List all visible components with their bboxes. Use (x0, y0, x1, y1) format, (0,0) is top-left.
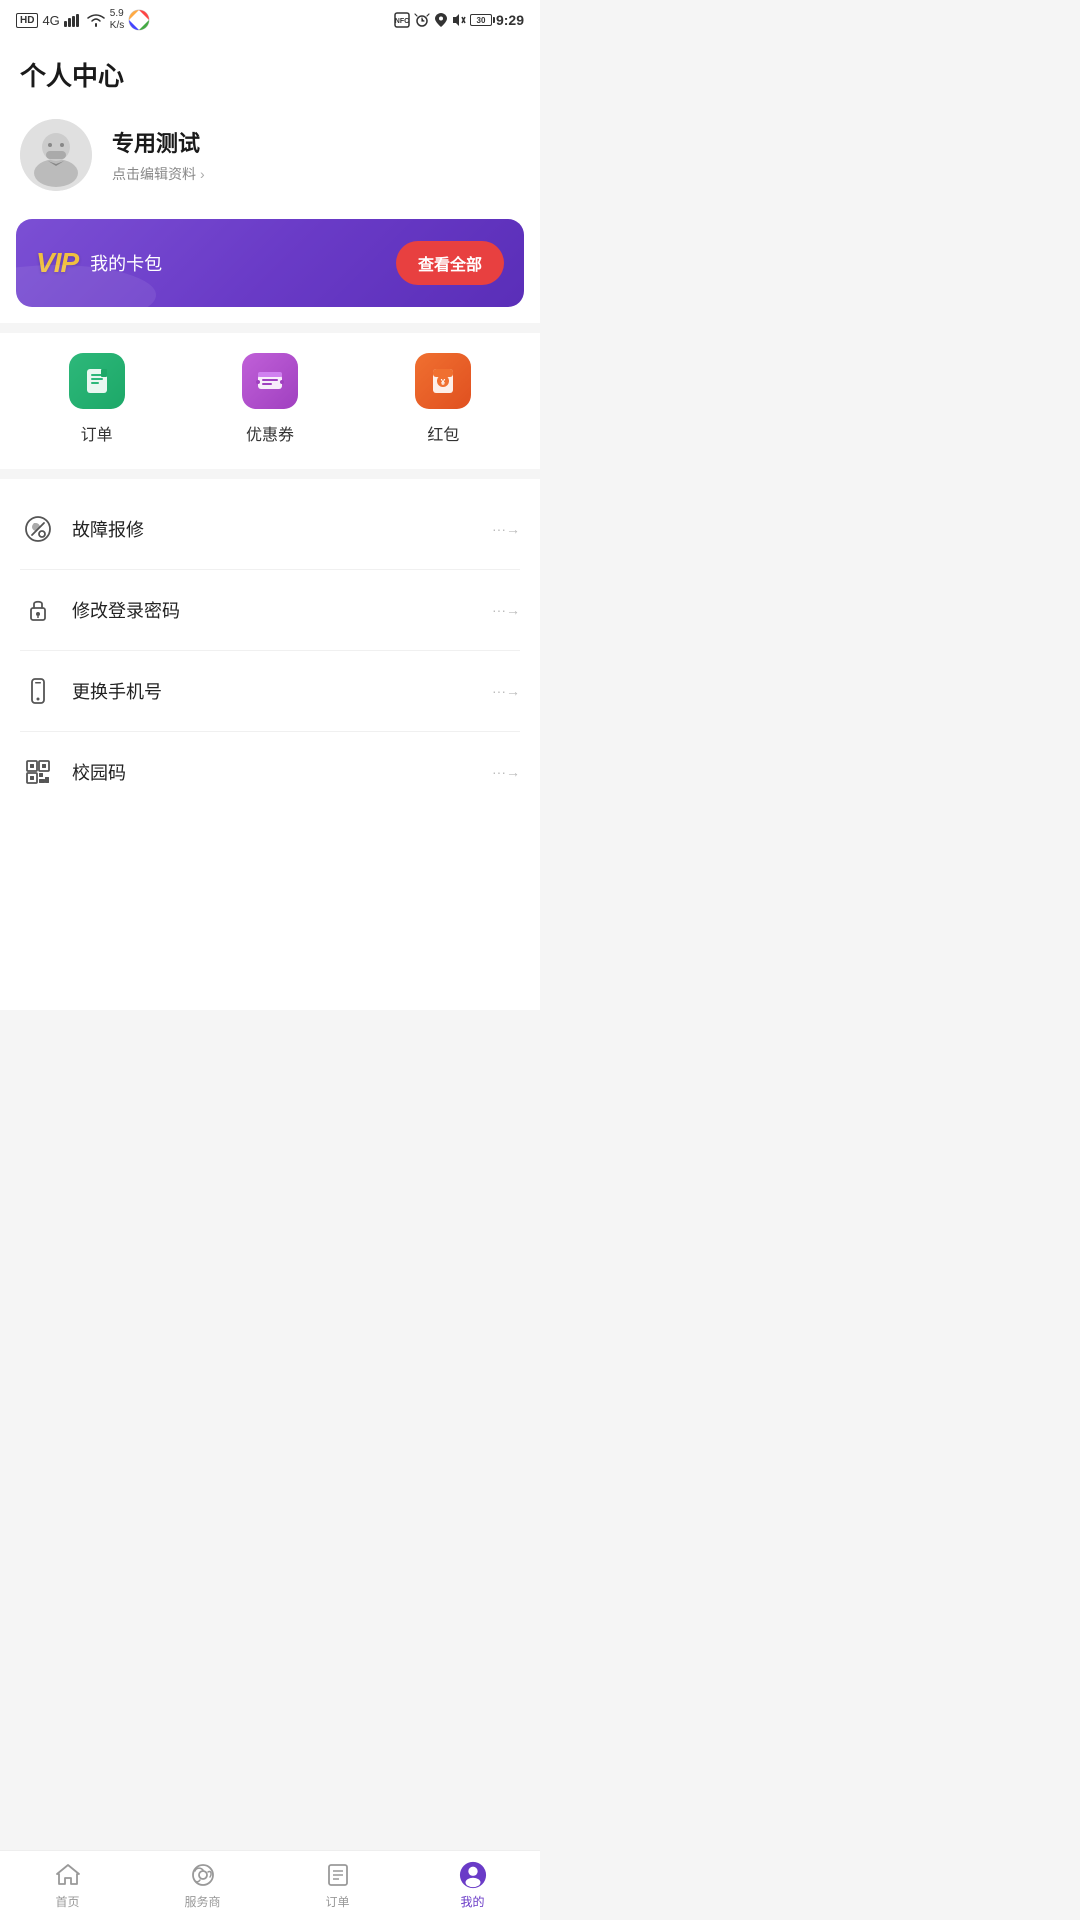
profile-name: 专用测试 (112, 126, 205, 158)
svg-text:NFC: NFC (395, 18, 409, 25)
order-icon-bg (69, 353, 125, 409)
status-hd: HD (16, 13, 38, 28)
quick-action-order[interactable]: 订单 (10, 353, 183, 445)
service-nav-icon (189, 1861, 217, 1889)
quick-action-redpacket[interactable]: ¥ 红包 (357, 353, 530, 445)
bottom-nav: 首页 服务商 订单 (0, 1850, 540, 1920)
home-nav-label: 首页 (55, 1893, 79, 1910)
redpacket-label: 红包 (427, 421, 459, 445)
repair-text: 故障报修 (72, 516, 492, 542)
coupon-icon (254, 365, 286, 397)
coupon-label: 优惠券 (246, 421, 294, 445)
nav-item-mine[interactable]: 我的 (405, 1853, 540, 1918)
menu-item-password[interactable]: 修改登录密码 ···→ (20, 570, 520, 651)
orders-nav-icon (324, 1861, 352, 1889)
divider-2 (0, 469, 540, 479)
menu-item-campus[interactable]: 校园码 ···→ (20, 732, 520, 812)
campus-text: 校园码 (72, 759, 492, 785)
profile-edit-link[interactable]: 点击编辑资料 › (112, 164, 205, 184)
mute-icon (452, 12, 466, 28)
phone-text: 更换手机号 (72, 678, 492, 704)
vip-banner[interactable]: VIP 我的卡包 查看全部 (16, 219, 524, 307)
vip-logo: VIP (36, 247, 78, 279)
password-text: 修改登录密码 (72, 597, 492, 623)
divider-1 (0, 323, 540, 333)
nfc-icon: NFC (394, 12, 410, 28)
repair-arrow: ···→ (492, 521, 520, 537)
redpacket-icon-bg: ¥ (415, 353, 471, 409)
profile-info: 专用测试 点击编辑资料 › (112, 126, 205, 184)
nav-item-orders[interactable]: 订单 (270, 1853, 405, 1918)
profile-section[interactable]: 专用测试 点击编辑资料 › (0, 103, 540, 215)
redpacket-icon: ¥ (427, 365, 459, 397)
service-nav-label: 服务商 (184, 1893, 220, 1910)
status-left: HD 4G 5.9K/s (16, 8, 150, 32)
quick-actions: 订单 优惠券 ¥ (0, 333, 540, 469)
mine-nav-label: 我的 (460, 1893, 484, 1910)
colorful-icon (128, 9, 150, 31)
menu-item-repair[interactable]: 故障报修 ···→ (20, 489, 520, 570)
order-label: 订单 (81, 421, 113, 445)
status-right: NFC 30 9:29 (394, 12, 524, 28)
order-icon (81, 365, 113, 397)
chevron-right-icon: › (200, 166, 205, 182)
location-icon (434, 12, 448, 28)
orders-nav-label: 订单 (325, 1893, 349, 1910)
menu-item-phone[interactable]: 更换手机号 ···→ (20, 651, 520, 732)
vip-label: 我的卡包 (90, 250, 162, 276)
nav-item-home[interactable]: 首页 (0, 1853, 135, 1918)
battery-icon: 30 (470, 14, 492, 26)
home-nav-icon (54, 1861, 82, 1889)
speed-text: 5.9K/s (110, 8, 124, 32)
quick-action-coupon[interactable]: 优惠券 (183, 353, 356, 445)
signal-icon (64, 13, 82, 27)
page-header: 个人中心 (0, 36, 540, 103)
status-bar: HD 4G 5.9K/s NFC (0, 0, 540, 36)
coupon-icon-bg (242, 353, 298, 409)
avatar[interactable] (20, 119, 92, 191)
campus-arrow: ···→ (492, 764, 520, 780)
phone-arrow: ···→ (492, 683, 520, 699)
password-icon (20, 592, 56, 628)
vip-view-all-button[interactable]: 查看全部 (396, 241, 504, 285)
nav-item-service[interactable]: 服务商 (135, 1853, 270, 1918)
mine-nav-icon (459, 1861, 487, 1889)
password-arrow: ···→ (492, 602, 520, 618)
status-signal: 4G (42, 13, 59, 28)
alarm-icon (414, 12, 430, 28)
vip-left: VIP 我的卡包 (36, 247, 162, 279)
time-display: 9:29 (496, 12, 524, 28)
main-content: 个人中心 专用测试 点击编辑资料 › (0, 36, 540, 1010)
page-title: 个人中心 (20, 56, 520, 93)
phone-icon (20, 673, 56, 709)
avatar-image (20, 119, 92, 191)
wifi-icon (86, 13, 106, 27)
campus-icon (20, 754, 56, 790)
svg-text:¥: ¥ (441, 378, 446, 387)
repair-icon (20, 511, 56, 547)
menu-section: 故障报修 ···→ 修改登录密码 ···→ (0, 489, 540, 812)
